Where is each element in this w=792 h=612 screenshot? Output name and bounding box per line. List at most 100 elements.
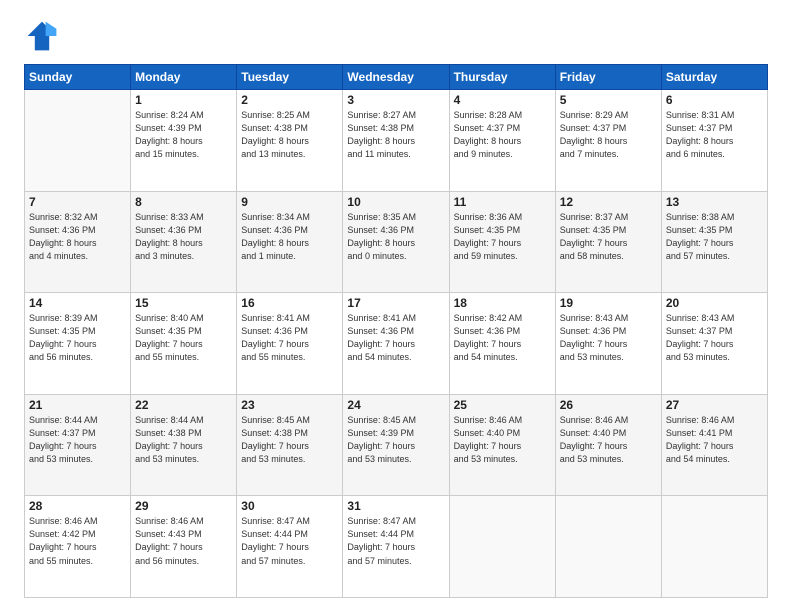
calendar-cell: 10 Sunrise: 8:35 AM Sunset: 4:36 PM Dayli… bbox=[343, 191, 449, 293]
day-number: 29 bbox=[135, 499, 232, 513]
day-number: 3 bbox=[347, 93, 444, 107]
calendar-cell: 11 Sunrise: 8:36 AM Sunset: 4:35 PM Dayli… bbox=[449, 191, 555, 293]
day-number: 13 bbox=[666, 195, 763, 209]
calendar-cell bbox=[661, 496, 767, 598]
day-info: Sunrise: 8:33 AM Sunset: 4:36 PM Dayligh… bbox=[135, 211, 232, 263]
calendar-cell: 9 Sunrise: 8:34 AM Sunset: 4:36 PM Daylig… bbox=[237, 191, 343, 293]
day-number: 6 bbox=[666, 93, 763, 107]
calendar-week-row: 28Sunrise: 8:46 AM Sunset: 4:42 PM Dayli… bbox=[25, 496, 768, 598]
weekday-header: Friday bbox=[555, 65, 661, 90]
day-info: Sunrise: 8:28 AM Sunset: 4:37 PM Dayligh… bbox=[454, 109, 551, 161]
day-number: 11 bbox=[454, 195, 551, 209]
day-info: Sunrise: 8:29 AM Sunset: 4:37 PM Dayligh… bbox=[560, 109, 657, 161]
day-number: 31 bbox=[347, 499, 444, 513]
day-info: Sunrise: 8:27 AM Sunset: 4:38 PM Dayligh… bbox=[347, 109, 444, 161]
calendar-cell: 24 Sunrise: 8:45 AM Sunset: 4:39 PM Dayli… bbox=[343, 394, 449, 496]
calendar-cell: 29 Sunrise: 8:46 AM Sunset: 4:43 PM Dayli… bbox=[131, 496, 237, 598]
day-info: Sunrise: 8:37 AM Sunset: 4:35 PM Dayligh… bbox=[560, 211, 657, 263]
day-number: 8 bbox=[135, 195, 232, 209]
day-info: Sunrise: 8:45 AM Sunset: 4:39 PM Dayligh… bbox=[347, 414, 444, 466]
day-number: 9 bbox=[241, 195, 338, 209]
calendar-cell: 13Sunrise: 8:38 AM Sunset: 4:35 PM Dayli… bbox=[661, 191, 767, 293]
calendar-cell: 2 Sunrise: 8:25 AM Sunset: 4:38 PM Daylig… bbox=[237, 90, 343, 192]
calendar-cell bbox=[555, 496, 661, 598]
calendar-cell: 20 Sunrise: 8:43 AM Sunset: 4:37 PM Dayli… bbox=[661, 293, 767, 395]
calendar-cell: 8 Sunrise: 8:33 AM Sunset: 4:36 PM Daylig… bbox=[131, 191, 237, 293]
calendar-cell: 22Sunrise: 8:44 AM Sunset: 4:38 PM Dayli… bbox=[131, 394, 237, 496]
day-number: 23 bbox=[241, 398, 338, 412]
calendar-week-row: 7 Sunrise: 8:32 AM Sunset: 4:36 PM Daylig… bbox=[25, 191, 768, 293]
day-info: Sunrise: 8:34 AM Sunset: 4:36 PM Dayligh… bbox=[241, 211, 338, 263]
day-info: Sunrise: 8:43 AM Sunset: 4:37 PM Dayligh… bbox=[666, 312, 763, 364]
day-info: Sunrise: 8:46 AM Sunset: 4:43 PM Dayligh… bbox=[135, 515, 232, 567]
day-info: Sunrise: 8:25 AM Sunset: 4:38 PM Dayligh… bbox=[241, 109, 338, 161]
calendar-cell: 23Sunrise: 8:45 AM Sunset: 4:38 PM Dayli… bbox=[237, 394, 343, 496]
calendar-week-row: 14 Sunrise: 8:39 AM Sunset: 4:35 PM Dayli… bbox=[25, 293, 768, 395]
day-info: Sunrise: 8:32 AM Sunset: 4:36 PM Dayligh… bbox=[29, 211, 126, 263]
calendar-cell: 4 Sunrise: 8:28 AM Sunset: 4:37 PM Daylig… bbox=[449, 90, 555, 192]
calendar-cell: 15 Sunrise: 8:40 AM Sunset: 4:35 PM Dayli… bbox=[131, 293, 237, 395]
day-number: 5 bbox=[560, 93, 657, 107]
weekday-header: Sunday bbox=[25, 65, 131, 90]
day-number: 7 bbox=[29, 195, 126, 209]
day-number: 10 bbox=[347, 195, 444, 209]
weekday-header: Wednesday bbox=[343, 65, 449, 90]
page: SundayMondayTuesdayWednesdayThursdayFrid… bbox=[0, 0, 792, 612]
calendar-cell: 7 Sunrise: 8:32 AM Sunset: 4:36 PM Daylig… bbox=[25, 191, 131, 293]
weekday-header: Tuesday bbox=[237, 65, 343, 90]
calendar-cell: 19Sunrise: 8:43 AM Sunset: 4:36 PM Dayli… bbox=[555, 293, 661, 395]
day-info: Sunrise: 8:31 AM Sunset: 4:37 PM Dayligh… bbox=[666, 109, 763, 161]
day-info: Sunrise: 8:24 AM Sunset: 4:39 PM Dayligh… bbox=[135, 109, 232, 161]
day-number: 15 bbox=[135, 296, 232, 310]
day-info: Sunrise: 8:41 AM Sunset: 4:36 PM Dayligh… bbox=[241, 312, 338, 364]
calendar-cell: 25Sunrise: 8:46 AM Sunset: 4:40 PM Dayli… bbox=[449, 394, 555, 496]
day-info: Sunrise: 8:36 AM Sunset: 4:35 PM Dayligh… bbox=[454, 211, 551, 263]
calendar-cell: 30Sunrise: 8:47 AM Sunset: 4:44 PM Dayli… bbox=[237, 496, 343, 598]
day-number: 2 bbox=[241, 93, 338, 107]
day-number: 12 bbox=[560, 195, 657, 209]
weekday-header: Monday bbox=[131, 65, 237, 90]
weekday-header: Saturday bbox=[661, 65, 767, 90]
calendar-cell: 17 Sunrise: 8:41 AM Sunset: 4:36 PM Dayli… bbox=[343, 293, 449, 395]
day-number: 21 bbox=[29, 398, 126, 412]
day-number: 20 bbox=[666, 296, 763, 310]
day-number: 25 bbox=[454, 398, 551, 412]
day-number: 14 bbox=[29, 296, 126, 310]
day-info: Sunrise: 8:47 AM Sunset: 4:44 PM Dayligh… bbox=[347, 515, 444, 567]
day-number: 27 bbox=[666, 398, 763, 412]
day-info: Sunrise: 8:35 AM Sunset: 4:36 PM Dayligh… bbox=[347, 211, 444, 263]
day-number: 17 bbox=[347, 296, 444, 310]
day-number: 16 bbox=[241, 296, 338, 310]
calendar-cell: 28Sunrise: 8:46 AM Sunset: 4:42 PM Dayli… bbox=[25, 496, 131, 598]
day-number: 28 bbox=[29, 499, 126, 513]
calendar-cell bbox=[25, 90, 131, 192]
logo bbox=[24, 18, 66, 54]
day-number: 4 bbox=[454, 93, 551, 107]
calendar-cell: 31 Sunrise: 8:47 AM Sunset: 4:44 PM Dayli… bbox=[343, 496, 449, 598]
day-info: Sunrise: 8:46 AM Sunset: 4:40 PM Dayligh… bbox=[560, 414, 657, 466]
day-number: 30 bbox=[241, 499, 338, 513]
calendar-cell: 6 Sunrise: 8:31 AM Sunset: 4:37 PM Daylig… bbox=[661, 90, 767, 192]
day-info: Sunrise: 8:41 AM Sunset: 4:36 PM Dayligh… bbox=[347, 312, 444, 364]
weekday-header: Thursday bbox=[449, 65, 555, 90]
day-info: Sunrise: 8:40 AM Sunset: 4:35 PM Dayligh… bbox=[135, 312, 232, 364]
calendar-cell: 12 Sunrise: 8:37 AM Sunset: 4:35 PM Dayli… bbox=[555, 191, 661, 293]
calendar: SundayMondayTuesdayWednesdayThursdayFrid… bbox=[24, 64, 768, 598]
day-number: 26 bbox=[560, 398, 657, 412]
logo-icon bbox=[24, 18, 60, 54]
calendar-week-row: 21 Sunrise: 8:44 AM Sunset: 4:37 PM Dayli… bbox=[25, 394, 768, 496]
calendar-cell: 3 Sunrise: 8:27 AM Sunset: 4:38 PM Daylig… bbox=[343, 90, 449, 192]
day-info: Sunrise: 8:44 AM Sunset: 4:37 PM Dayligh… bbox=[29, 414, 126, 466]
calendar-week-row: 1 Sunrise: 8:24 AM Sunset: 4:39 PM Daylig… bbox=[25, 90, 768, 192]
day-number: 24 bbox=[347, 398, 444, 412]
calendar-cell bbox=[449, 496, 555, 598]
day-info: Sunrise: 8:39 AM Sunset: 4:35 PM Dayligh… bbox=[29, 312, 126, 364]
weekday-header-row: SundayMondayTuesdayWednesdayThursdayFrid… bbox=[25, 65, 768, 90]
calendar-cell: 1 Sunrise: 8:24 AM Sunset: 4:39 PM Daylig… bbox=[131, 90, 237, 192]
day-info: Sunrise: 8:43 AM Sunset: 4:36 PM Dayligh… bbox=[560, 312, 657, 364]
header bbox=[24, 18, 768, 54]
calendar-cell: 16 Sunrise: 8:41 AM Sunset: 4:36 PM Dayli… bbox=[237, 293, 343, 395]
calendar-cell: 5 Sunrise: 8:29 AM Sunset: 4:37 PM Daylig… bbox=[555, 90, 661, 192]
day-number: 1 bbox=[135, 93, 232, 107]
calendar-cell: 14 Sunrise: 8:39 AM Sunset: 4:35 PM Dayli… bbox=[25, 293, 131, 395]
